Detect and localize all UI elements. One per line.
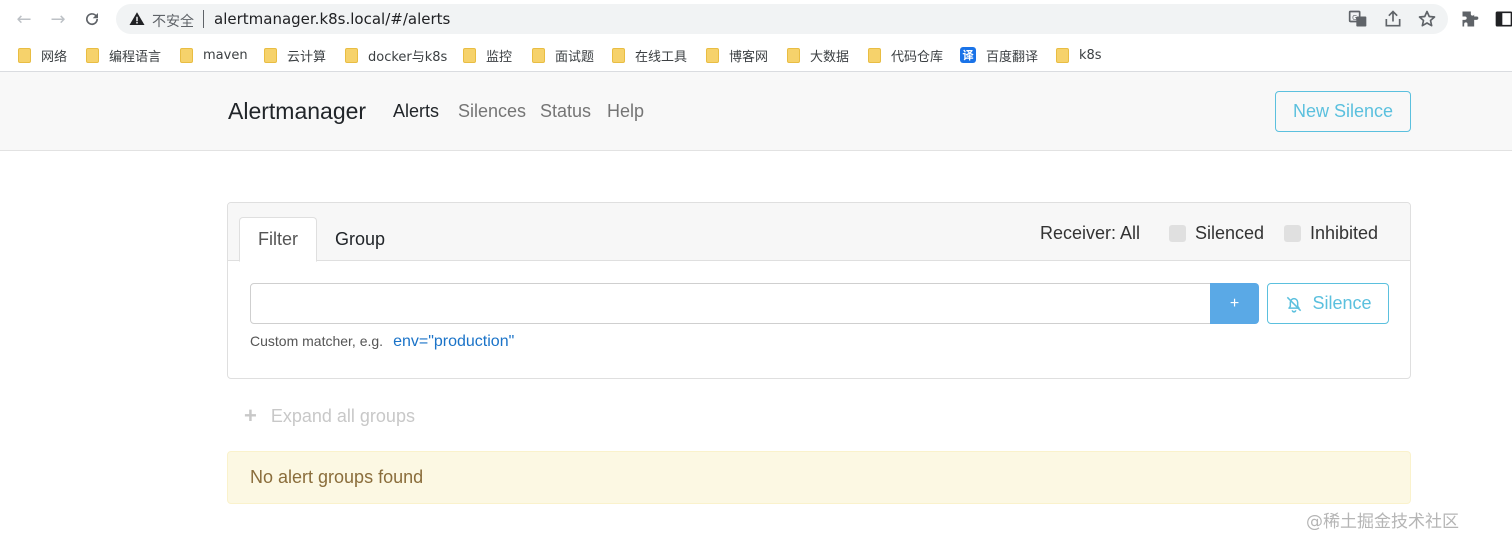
url-text[interactable]: alertmanager.k8s.local/#/alerts: [214, 10, 450, 28]
address-bar[interactable]: 不安全 alertmanager.k8s.local/#/alerts G: [116, 4, 1448, 34]
bookmark-item[interactable]: 在线工具: [612, 46, 687, 65]
filter-card: Filter Group Receiver: All Silenced Inhi…: [227, 202, 1411, 379]
bookmark-item[interactable]: 网络: [18, 46, 67, 65]
translate-badge-icon: 译: [960, 47, 976, 63]
folder-icon: [612, 47, 625, 63]
nav-link-status[interactable]: Status: [540, 101, 591, 122]
filter-card-header: Filter Group Receiver: All Silenced Inhi…: [228, 203, 1410, 262]
receiver-selector[interactable]: Receiver: All: [1040, 223, 1140, 244]
bookmark-item[interactable]: k8s: [1056, 46, 1102, 64]
side-panel-icon[interactable]: [1494, 9, 1512, 29]
security-label: 不安全: [152, 14, 194, 30]
silence-button[interactable]: Silence: [1267, 283, 1389, 324]
folder-icon: [532, 47, 545, 63]
add-matcher-button[interactable]: +: [1210, 283, 1259, 324]
folder-icon: [1056, 47, 1069, 63]
bookmark-item[interactable]: 代码仓库: [868, 46, 943, 65]
expand-all-groups-label: Expand all groups: [270, 405, 415, 426]
matcher-hint-text: Custom matcher, e.g.: [250, 333, 384, 349]
folder-icon: [787, 47, 800, 63]
nav-link-help[interactable]: Help: [607, 101, 644, 122]
new-silence-button[interactable]: New Silence: [1275, 91, 1411, 132]
tab-filter[interactable]: Filter: [239, 217, 317, 262]
browser-toolbar: ← → 不安全 alertmanager.k8s.local/#/alerts …: [0, 0, 1512, 38]
folder-icon: [345, 47, 358, 63]
app-navbar: Alertmanager Alerts Silences Status Help…: [0, 72, 1512, 151]
bookmark-item[interactable]: 编程语言: [86, 46, 161, 65]
bookmark-item[interactable]: 面试题: [532, 46, 594, 65]
folder-icon: [86, 47, 99, 63]
folder-icon: [706, 47, 719, 63]
bookmark-item[interactable]: 监控: [463, 46, 512, 65]
checkbox-box[interactable]: [1284, 225, 1301, 242]
folder-icon: [463, 47, 476, 63]
matcher-hint-example: env="production": [393, 333, 515, 350]
forward-arrow-icon[interactable]: →: [46, 7, 70, 31]
plus-icon: +: [244, 403, 257, 428]
bookmark-item[interactable]: 译百度翻译: [960, 46, 1038, 65]
checkbox-box[interactable]: [1169, 225, 1186, 242]
silence-button-label: Silence: [1312, 293, 1372, 313]
folder-icon: [264, 47, 277, 63]
translate-icon[interactable]: G: [1348, 9, 1368, 29]
folder-icon: [18, 47, 31, 63]
svg-text:G: G: [1352, 14, 1357, 22]
bookmark-item[interactable]: docker与k8s: [345, 46, 447, 65]
tab-group[interactable]: Group: [328, 217, 392, 262]
bookmark-item[interactable]: 大数据: [787, 46, 849, 65]
bookmarks-bar: 网络 编程语言 maven 云计算 docker与k8s 监控 面试题 在线工具…: [0, 38, 1512, 72]
expand-all-groups-button[interactable]: + Expand all groups: [244, 403, 415, 429]
address-separator: [203, 10, 204, 28]
empty-state-message: No alert groups found: [250, 467, 424, 487]
star-icon[interactable]: [1417, 9, 1437, 29]
bookmark-item[interactable]: maven: [180, 46, 248, 64]
matcher-hint: Custom matcher, e.g. env="production": [250, 333, 514, 351]
bookmark-item[interactable]: 博客网: [706, 46, 768, 65]
inhibited-label: Inhibited: [1310, 223, 1379, 243]
warning-icon: [129, 12, 145, 25]
empty-state-alert: No alert groups found: [227, 451, 1411, 504]
silenced-checkbox[interactable]: Silenced: [1169, 223, 1264, 244]
extensions-icon[interactable]: [1460, 9, 1480, 29]
inhibited-checkbox[interactable]: Inhibited: [1284, 223, 1378, 244]
folder-icon: [180, 47, 193, 63]
brand-logo[interactable]: Alertmanager: [228, 98, 366, 125]
filter-input[interactable]: [250, 283, 1211, 324]
bookmark-item[interactable]: 云计算: [264, 46, 326, 65]
nav-link-alerts[interactable]: Alerts: [393, 101, 439, 122]
nav-link-silences[interactable]: Silences: [458, 101, 526, 122]
watermark: @稀土掘金技术社区: [1306, 512, 1459, 532]
share-icon[interactable]: [1383, 9, 1403, 29]
back-arrow-icon[interactable]: ←: [12, 7, 36, 31]
bell-slash-icon: [1287, 296, 1302, 313]
silenced-label: Silenced: [1195, 223, 1265, 243]
reload-icon[interactable]: [80, 7, 104, 31]
folder-icon: [868, 47, 881, 63]
